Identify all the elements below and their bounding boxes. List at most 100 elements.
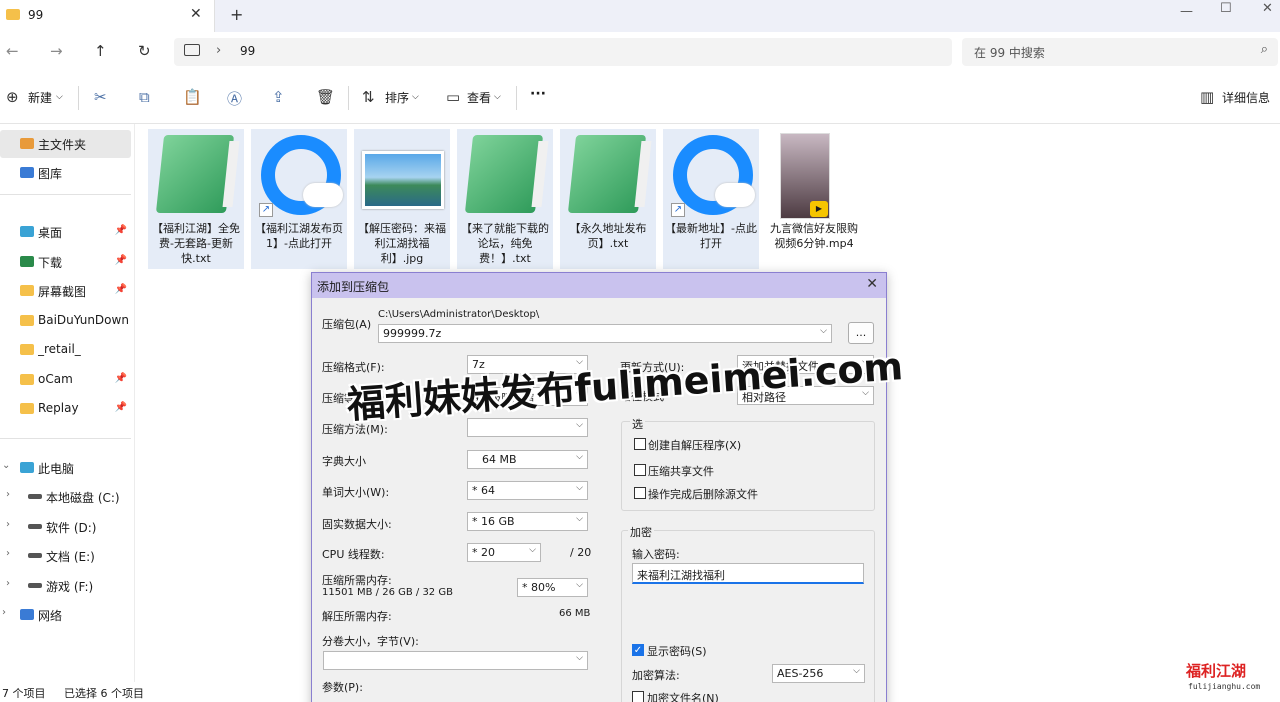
sidebar-item-drive-c[interactable]: › 本地磁盘 (C:) <box>0 483 131 511</box>
sidebar-item-label: 主文件夹 <box>38 138 87 152</box>
search-icon: ⌕ <box>1260 42 1268 57</box>
file-item[interactable]: 【福利江湖】全免费-无套路-更新快.txt <box>148 129 244 269</box>
file-item[interactable]: ↗ 【福利江湖发布页1】-点此打开 <box>251 129 347 269</box>
sidebar-item-screenshots[interactable]: 屏幕截图 📌 <box>0 277 131 305</box>
chevron-right-icon[interactable]: › <box>6 548 10 559</box>
sidebar-item-downloads[interactable]: 下载 📌 <box>0 248 131 276</box>
copy-icon[interactable]: ⧉ <box>139 88 150 106</box>
archive-name-field[interactable]: 999999.7z ⌵ <box>378 324 832 343</box>
chevron-right-icon[interactable]: › <box>216 43 221 58</box>
sidebar-item-replay[interactable]: Replay 📌 <box>0 395 131 423</box>
new-button[interactable]: 新建 <box>28 89 52 106</box>
sidebar-item-gallery[interactable]: 图库 <box>0 159 131 187</box>
new-tab-button[interactable]: + <box>230 5 243 24</box>
delete-icon[interactable]: 🗑 <box>316 88 335 106</box>
sidebar-item-drive-e[interactable]: › 文档 (E:) <box>0 542 131 570</box>
sidebar-item-this-pc[interactable]: ⌄ 此电脑 <box>0 454 131 482</box>
chevron-down-icon[interactable]: ⌵ <box>576 580 583 590</box>
pin-icon[interactable]: 📌 <box>115 402 127 413</box>
archive-name-value: 999999.7z <box>383 327 442 340</box>
pin-icon[interactable]: 📌 <box>115 255 127 266</box>
solid-size-select[interactable]: * 16 GB ⌵ <box>467 512 588 531</box>
chevron-down-icon[interactable]: ⌄ <box>2 460 10 471</box>
close-tab-icon[interactable]: ✕ <box>190 6 202 22</box>
chevron-down-icon[interactable]: ⌵ <box>576 420 583 430</box>
memory-percent-select[interactable]: * 80% ⌵ <box>517 578 588 597</box>
rename-icon[interactable]: Ⓐ <box>227 88 242 109</box>
pin-icon[interactable]: 📌 <box>115 225 127 236</box>
minimize-button[interactable]: — <box>1180 4 1193 19</box>
show-password-checkbox[interactable]: ✓ <box>632 644 644 656</box>
sidebar-item-ocam[interactable]: oCam 📌 <box>0 366 131 394</box>
chevron-down-icon[interactable]: ⌵ <box>529 545 536 555</box>
paste-icon[interactable]: 📋 <box>183 88 202 106</box>
sidebar-item-home[interactable]: 主文件夹 <box>0 130 131 158</box>
chevron-down-icon[interactable]: ⌵ <box>576 653 583 663</box>
dialog-close-button[interactable]: ✕ <box>866 276 878 292</box>
file-item[interactable]: 【永久地址发布页】.txt <box>560 129 656 269</box>
view-button[interactable]: 查看 <box>467 89 491 106</box>
tab-99[interactable]: 99 ✕ <box>0 0 215 32</box>
breadcrumb[interactable]: 99 <box>240 44 255 58</box>
word-size-select[interactable]: * 64 ⌵ <box>467 481 588 500</box>
chevron-right-icon[interactable]: › <box>6 489 10 500</box>
details-button[interactable]: 详细信息 <box>1222 89 1270 106</box>
divider <box>0 194 131 195</box>
sort-icon[interactable]: ⇅ <box>362 88 375 106</box>
chevron-right-icon[interactable]: › <box>6 578 10 589</box>
view-icon[interactable]: ▭ <box>446 88 460 106</box>
chevron-down-icon[interactable]: ⌵ <box>494 92 501 102</box>
chevron-down-icon[interactable]: ⌵ <box>820 326 827 336</box>
dialog-title-bar[interactable]: 添加到压缩包 ✕ <box>312 273 886 298</box>
chevron-right-icon[interactable]: › <box>6 519 10 530</box>
threads-select[interactable]: * 20 ⌵ <box>467 543 541 562</box>
chevron-right-icon[interactable]: › <box>2 607 6 618</box>
encrypt-names-checkbox[interactable] <box>632 691 644 702</box>
chevron-down-icon[interactable]: ⌵ <box>576 514 583 524</box>
cut-icon[interactable]: ✂ <box>94 88 107 106</box>
sidebar-item-retail[interactable]: _retail_ <box>0 336 131 364</box>
search-input[interactable]: 在 99 中搜索 ⌕ <box>962 38 1278 66</box>
address-bar[interactable]: › 99 <box>174 38 952 66</box>
folder-icon <box>20 285 34 296</box>
file-item[interactable]: ▶ 九言微信好友限购视频6分钟.mp4 <box>766 129 862 269</box>
chevron-down-icon[interactable]: ⌵ <box>56 92 63 102</box>
split-size-select[interactable]: ⌵ <box>323 651 588 670</box>
chevron-down-icon[interactable]: ⌵ <box>853 666 860 676</box>
word-size-value: * 64 <box>472 484 495 497</box>
chevron-down-icon[interactable]: ⌵ <box>576 452 583 462</box>
sidebar-item-desktop[interactable]: 桌面 📌 <box>0 218 131 246</box>
forward-button[interactable]: → <box>50 42 63 60</box>
password-input[interactable]: 来福利江湖找福利 <box>632 563 864 584</box>
pin-icon[interactable]: 📌 <box>115 373 127 384</box>
file-item[interactable]: 【解压密码：来福利江湖找福利】.jpg <box>354 129 450 269</box>
options-group-title: 选 <box>630 416 645 432</box>
sort-button[interactable]: 排序 <box>385 89 409 106</box>
file-item[interactable]: ↗ 【最新地址】-点此打开 <box>663 129 759 269</box>
new-icon[interactable]: ⊕ <box>6 88 19 106</box>
threads-max: / 20 <box>570 546 592 559</box>
details-icon[interactable]: ▥ <box>1200 88 1214 106</box>
file-item[interactable]: 【来了就能下载的论坛，纯免费！】.txt <box>457 129 553 269</box>
sidebar-item-drive-d[interactable]: › 软件 (D:) <box>0 513 131 541</box>
pc-icon <box>20 462 34 473</box>
sidebar-item-network[interactable]: › 网络 <box>0 601 131 629</box>
encryption-method-select[interactable]: AES-256 ⌵ <box>772 664 865 683</box>
chevron-down-icon[interactable]: ⌵ <box>576 483 583 493</box>
share-icon[interactable]: ⇪ <box>272 88 285 106</box>
window-close-button[interactable]: ✕ <box>1262 1 1273 16</box>
delete-after-checkbox[interactable] <box>634 487 646 499</box>
shared-files-checkbox[interactable] <box>634 464 646 476</box>
method-select[interactable]: ⌵ <box>467 418 588 437</box>
more-button[interactable]: ··· <box>530 86 546 102</box>
up-button[interactable]: ↑ <box>94 42 107 60</box>
sfx-checkbox[interactable] <box>634 438 646 450</box>
back-button[interactable]: ← <box>6 42 19 60</box>
sidebar-item-drive-f[interactable]: › 游戏 (F:) <box>0 572 131 600</box>
sidebar-item-baiduyun[interactable]: BaiDuYunDownload <box>0 307 131 335</box>
chevron-down-icon[interactable]: ⌵ <box>412 92 419 102</box>
maximize-button[interactable]: ☐ <box>1220 1 1232 16</box>
pin-icon[interactable]: 📌 <box>115 284 127 295</box>
dictionary-select[interactable]: 64 MB ⌵ <box>467 450 588 469</box>
refresh-button[interactable]: ↻ <box>138 42 151 60</box>
